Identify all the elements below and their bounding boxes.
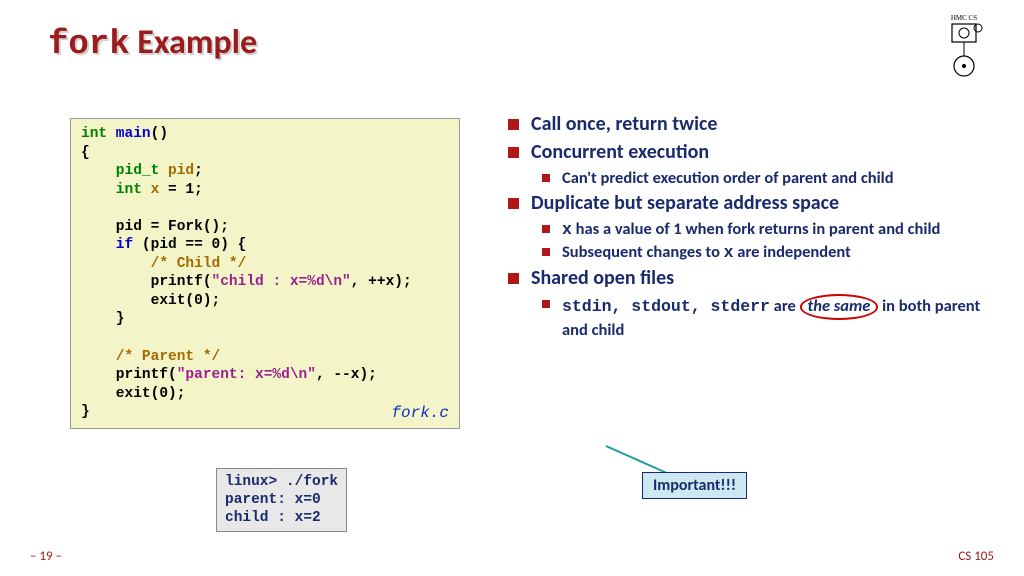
bullet-1: Call once, return twice bbox=[508, 112, 988, 137]
bullet-icon bbox=[508, 198, 519, 209]
hmc-cs-logo: HMC CS bbox=[934, 10, 994, 80]
subbullet-icon bbox=[542, 248, 550, 256]
important-callout: Important!!! bbox=[642, 472, 747, 499]
code-filename: fork.c bbox=[391, 403, 449, 423]
subbullet-icon bbox=[542, 300, 550, 308]
code-block: int main() { pid_t pid; int x = 1; pid =… bbox=[70, 118, 460, 429]
bullet-list: Call once, return twice Concurrent execu… bbox=[508, 112, 988, 342]
circled-emphasis: the same bbox=[800, 294, 879, 320]
bullet-icon bbox=[508, 273, 519, 284]
svg-text:HMC CS: HMC CS bbox=[951, 14, 977, 22]
title-rest: Example bbox=[130, 22, 258, 63]
bullet-4: Shared open files bbox=[508, 266, 988, 291]
terminal-output: linux> ./fork parent: x=0 child : x=2 bbox=[216, 468, 347, 532]
bullet-4a: stdin, stdout, stderr are the same in bo… bbox=[542, 294, 988, 340]
title-mono: fork bbox=[48, 26, 130, 64]
subbullet-icon bbox=[542, 225, 550, 233]
bullet-2: Concurrent execution bbox=[508, 140, 988, 165]
bullet-3: Duplicate but separate address space bbox=[508, 191, 988, 216]
bullet-3b: Subsequent changes to x are independent bbox=[542, 242, 988, 264]
bullet-icon bbox=[508, 119, 519, 130]
bullet-icon bbox=[508, 147, 519, 158]
subbullet-icon bbox=[542, 174, 550, 182]
bullet-2a: Can't predict execution order of parent … bbox=[542, 168, 988, 189]
page-number: – 19 – bbox=[30, 549, 62, 564]
bullet-3a: x has a value of 1 when fork returns in … bbox=[542, 219, 988, 241]
slide-title: fork Example bbox=[48, 22, 257, 64]
course-label: CS 105 bbox=[958, 549, 994, 564]
